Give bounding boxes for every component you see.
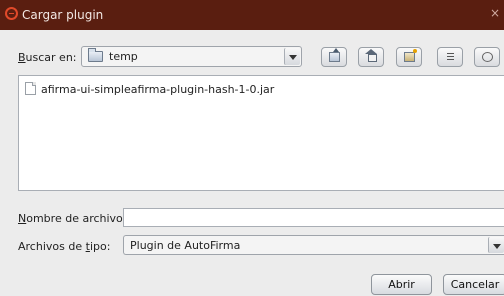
look-in-value: temp — [109, 50, 138, 63]
details-view-button[interactable] — [474, 47, 500, 67]
chevron-down-icon[interactable] — [488, 237, 504, 253]
filename-field[interactable] — [123, 208, 504, 227]
details-view-icon — [482, 52, 493, 62]
up-one-level-button[interactable] — [321, 47, 347, 67]
new-folder-icon — [404, 49, 417, 62]
autofirma-logo-icon — [5, 7, 18, 20]
new-folder-button[interactable] — [396, 47, 422, 67]
list-view-button[interactable] — [437, 47, 463, 67]
look-in-dropdown[interactable]: temp — [81, 46, 302, 67]
up-one-level-icon — [329, 48, 340, 62]
folder-icon — [88, 48, 103, 62]
open-button[interactable]: Abrir — [371, 274, 432, 295]
close-icon[interactable]: × — [490, 6, 500, 20]
filetype-value: Plugin de AutoFirma — [130, 239, 241, 252]
window-title: Cargar plugin — [22, 8, 104, 22]
file-list[interactable]: afirma-ui-simpleafirma-plugin-hash-1-0.j… — [18, 75, 504, 191]
file-name: afirma-ui-simpleafirma-plugin-hash-1-0.j… — [41, 83, 275, 96]
title-bar: Cargar plugin × — [0, 0, 504, 30]
list-view-icon — [445, 52, 456, 62]
home-icon — [365, 49, 377, 62]
file-icon — [25, 82, 36, 95]
cancel-button[interactable]: Cancelar — [443, 274, 504, 295]
home-button[interactable] — [358, 47, 384, 67]
filetype-label: Archivos de tipo: — [18, 240, 111, 253]
look-in-label: Buscar en: — [18, 51, 77, 64]
filetype-dropdown[interactable]: Plugin de AutoFirma — [123, 235, 504, 255]
chevron-down-icon[interactable] — [284, 48, 300, 65]
filename-label: Nombre de archivo: — [18, 212, 127, 225]
